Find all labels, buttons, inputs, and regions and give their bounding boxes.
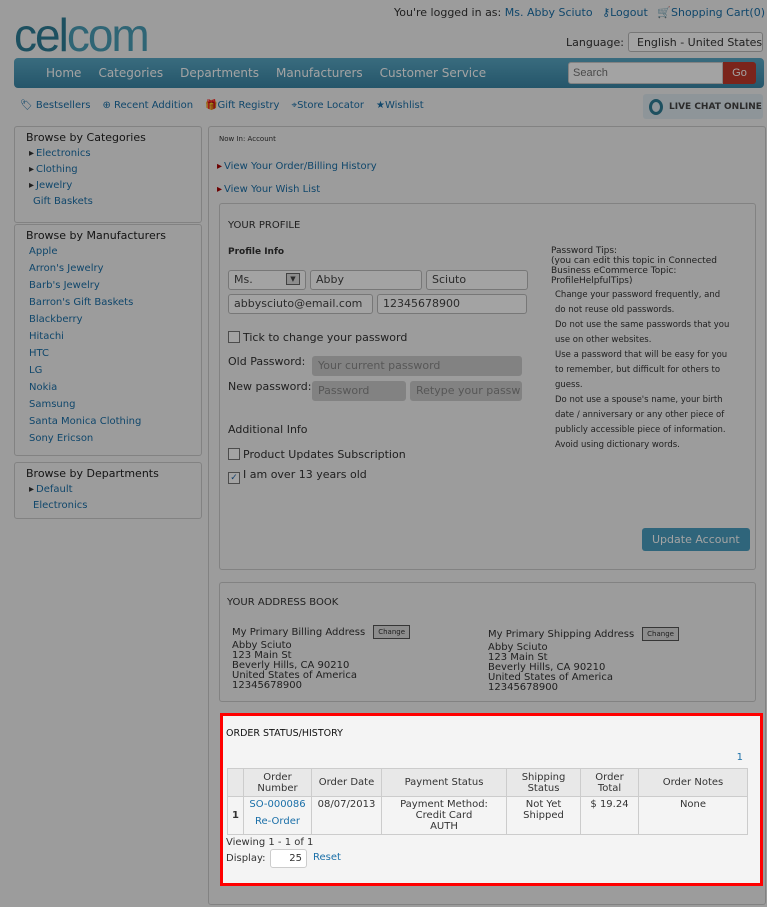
order-status-title: ORDER STATUS/HISTORY (226, 728, 343, 739)
order-notes: None (638, 796, 748, 835)
display-count-input[interactable]: 25 (270, 849, 307, 868)
row-index: 1 (227, 796, 244, 835)
col-shipping-status[interactable]: Shipping Status (506, 768, 581, 797)
col-order-total[interactable]: Order Total (580, 768, 639, 797)
page-link[interactable]: 1 (737, 752, 743, 763)
reset-link[interactable]: Reset (313, 852, 341, 863)
order-number-link[interactable]: SO-000086 (249, 799, 305, 810)
order-date: 08/07/2013 (311, 796, 382, 835)
col-payment-status[interactable]: Payment Status (381, 768, 507, 797)
col-index (227, 768, 244, 797)
col-order-notes[interactable]: Order Notes (638, 768, 748, 797)
display-label: Display: (226, 853, 266, 864)
col-order-number[interactable]: Order Number (243, 768, 312, 797)
payment-method: Payment Method: Credit Card (400, 799, 488, 821)
order-total: $ 19.24 (580, 796, 639, 835)
payment-status: AUTH (430, 821, 458, 832)
col-order-date[interactable]: Order Date (311, 768, 382, 797)
shipping-status: Not Yet Shipped (506, 796, 581, 835)
reorder-link[interactable]: Re-Order (247, 816, 308, 827)
viewing-count: Viewing 1 - 1 of 1 (226, 837, 314, 848)
orders-table: Order Number Order Date Payment Status S… (227, 768, 748, 835)
order-status-panel: ORDER STATUS/HISTORY 1 Order Number Orde… (220, 713, 763, 886)
table-row: 1 SO-000086 Re-Order 08/07/2013 Payment M… (227, 796, 748, 835)
